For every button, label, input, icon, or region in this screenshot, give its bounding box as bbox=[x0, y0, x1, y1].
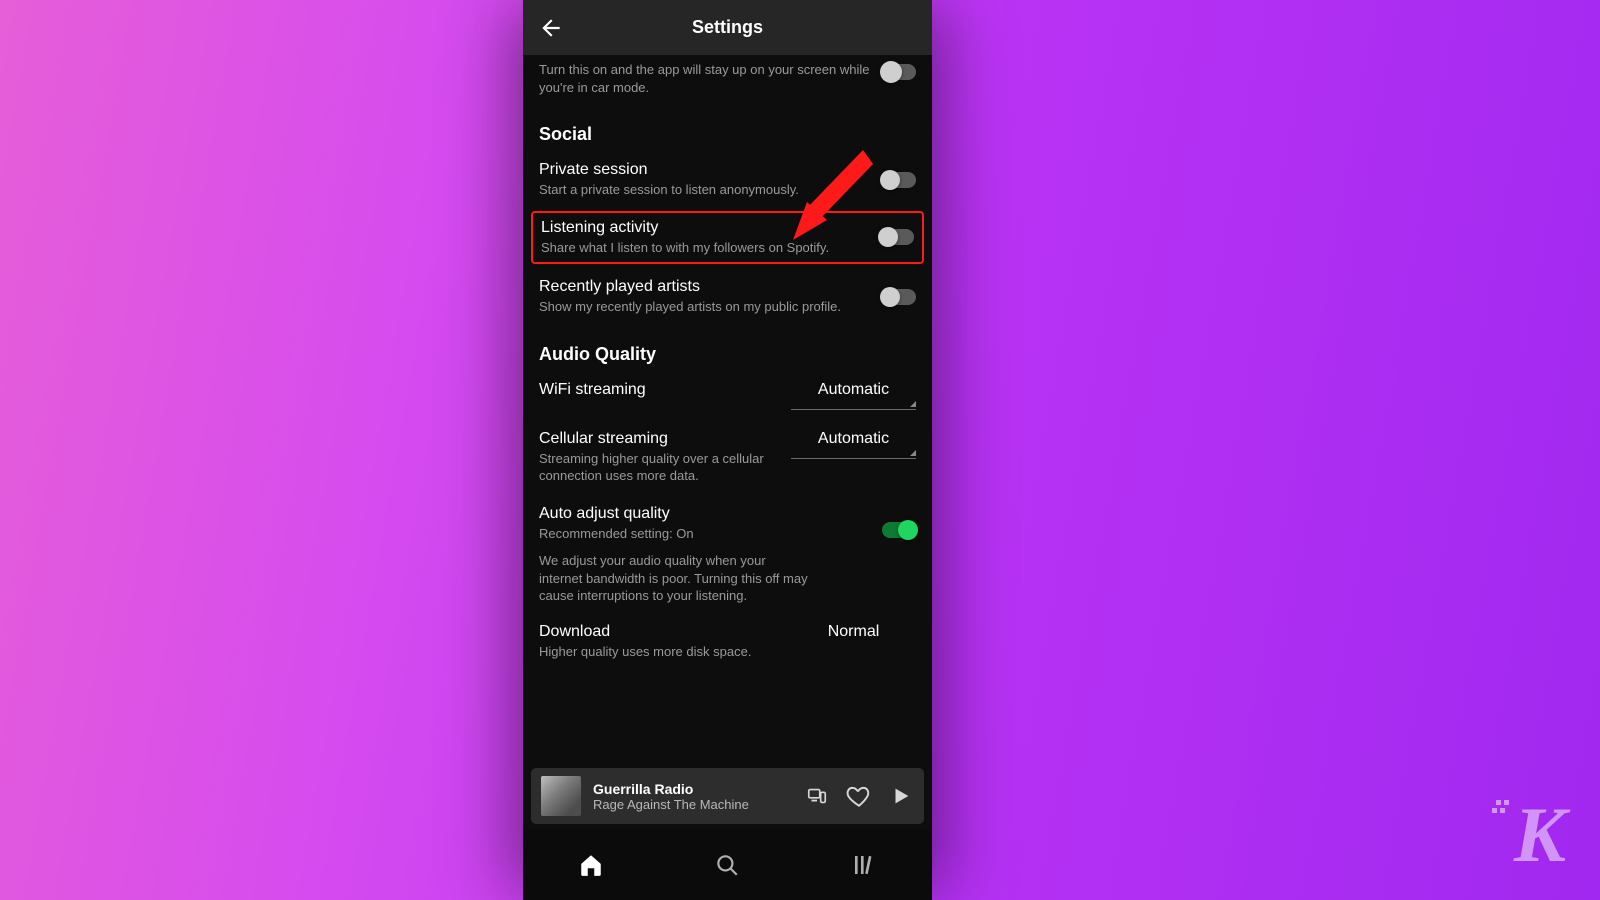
cellular-streaming-value: Automatic bbox=[818, 430, 889, 447]
recently-played-title: Recently played artists bbox=[539, 278, 870, 296]
heart-icon bbox=[846, 783, 872, 809]
listening-activity-desc: Share what I listen to with my followers… bbox=[541, 239, 868, 257]
setting-keep-app-open: Turn this on and the app will stay up on… bbox=[539, 55, 916, 96]
section-social: Social bbox=[539, 124, 916, 145]
phone-frame: Settings Turn this on and the app will s… bbox=[523, 0, 932, 900]
listening-activity-title: Listening activity bbox=[541, 219, 868, 237]
nav-library[interactable] bbox=[851, 852, 877, 878]
cellular-streaming-title: Cellular streaming bbox=[539, 430, 777, 448]
devices-button[interactable] bbox=[804, 783, 830, 809]
auto-adjust-title: Auto adjust quality bbox=[539, 505, 904, 523]
setting-wifi-streaming: WiFi streaming Automatic bbox=[539, 381, 916, 410]
download-desc: Higher quality uses more disk space. bbox=[539, 643, 777, 661]
wifi-streaming-select[interactable]: Automatic bbox=[791, 381, 916, 410]
setting-cellular-streaming: Cellular streaming Streaming higher qual… bbox=[539, 430, 916, 485]
recently-played-desc: Show my recently played artists on my pu… bbox=[539, 298, 870, 316]
section-audio-quality: Audio Quality bbox=[539, 344, 916, 365]
home-icon bbox=[578, 852, 604, 878]
watermark: K bbox=[1514, 790, 1562, 880]
page-title: Settings bbox=[692, 17, 763, 38]
auto-adjust-toggle[interactable] bbox=[882, 522, 916, 538]
nav-home[interactable] bbox=[578, 852, 604, 878]
back-button[interactable] bbox=[533, 10, 569, 46]
now-playing-title: Guerrilla Radio bbox=[593, 781, 792, 797]
nav-search[interactable] bbox=[714, 852, 740, 878]
library-icon bbox=[852, 853, 876, 877]
now-playing-artist: Rage Against The Machine bbox=[593, 797, 792, 812]
watermark-letter: K bbox=[1514, 791, 1562, 878]
auto-adjust-note: We adjust your audio quality when your i… bbox=[539, 552, 882, 605]
setting-private-session: Private session Start a private session … bbox=[539, 161, 916, 199]
setting-listening-activity: Listening activity Share what I listen t… bbox=[541, 219, 914, 257]
bottom-stack: Guerrilla Radio Rage Against The Machine bbox=[523, 768, 932, 900]
cellular-streaming-select[interactable]: Automatic bbox=[791, 430, 916, 459]
arrow-left-icon bbox=[538, 15, 564, 41]
search-icon bbox=[714, 852, 740, 878]
now-playing-text: Guerrilla Radio Rage Against The Machine bbox=[593, 781, 792, 812]
private-session-toggle[interactable] bbox=[882, 172, 916, 188]
dropdown-caret-icon bbox=[910, 450, 916, 456]
download-quality-select[interactable]: Normal bbox=[791, 623, 916, 651]
private-session-title: Private session bbox=[539, 161, 870, 179]
cellular-streaming-desc: Streaming higher quality over a cellular… bbox=[539, 450, 777, 485]
now-playing-controls bbox=[804, 783, 914, 809]
album-art bbox=[541, 776, 581, 816]
keep-app-open-desc: Turn this on and the app will stay up on… bbox=[539, 61, 870, 96]
recently-played-toggle[interactable] bbox=[882, 289, 916, 305]
dropdown-caret-icon bbox=[910, 401, 916, 407]
download-quality-value: Normal bbox=[828, 623, 880, 640]
like-button[interactable] bbox=[846, 783, 872, 809]
title-bar: Settings bbox=[523, 0, 932, 55]
now-playing-bar[interactable]: Guerrilla Radio Rage Against The Machine bbox=[531, 768, 924, 824]
setting-recently-played-artists: Recently played artists Show my recently… bbox=[539, 278, 916, 316]
nav-bar bbox=[523, 830, 932, 900]
listening-activity-toggle[interactable] bbox=[880, 229, 914, 245]
download-title: Download bbox=[539, 623, 777, 641]
watermark-dots-icon bbox=[1492, 800, 1510, 818]
wifi-streaming-title: WiFi streaming bbox=[539, 381, 777, 399]
highlight-listening-activity: Listening activity Share what I listen t… bbox=[531, 211, 924, 265]
setting-download-quality: Download Higher quality uses more disk s… bbox=[539, 623, 916, 661]
auto-adjust-rec: Recommended setting: On bbox=[539, 525, 904, 543]
devices-icon bbox=[806, 785, 828, 807]
wifi-streaming-value: Automatic bbox=[818, 381, 889, 398]
keep-app-open-toggle[interactable] bbox=[882, 64, 916, 80]
setting-auto-adjust-quality: Auto adjust quality Recommended setting:… bbox=[539, 505, 916, 543]
play-icon bbox=[890, 785, 912, 807]
play-button[interactable] bbox=[888, 783, 914, 809]
private-session-desc: Start a private session to listen anonym… bbox=[539, 181, 870, 199]
